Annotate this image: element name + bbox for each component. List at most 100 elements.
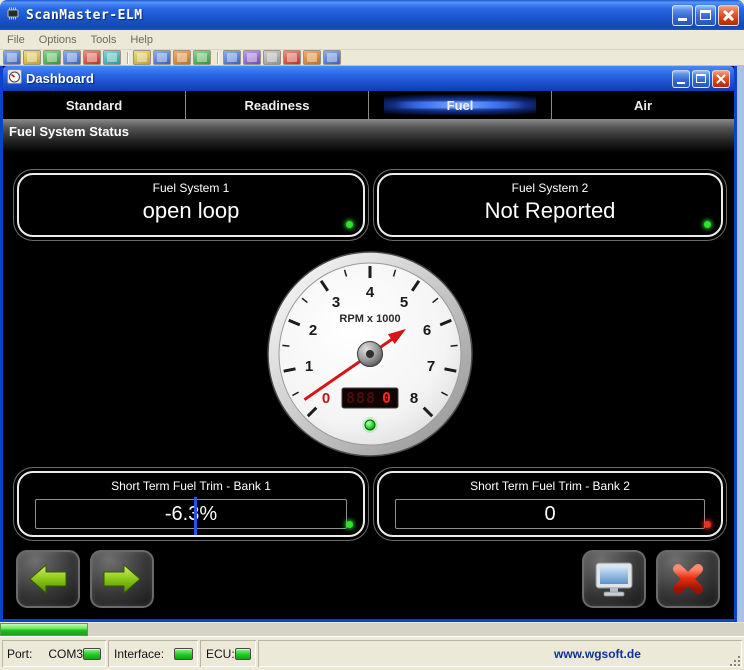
digital-value: 0 [382, 389, 392, 407]
menu-help[interactable]: Help [123, 34, 160, 46]
toolbar-icon[interactable] [83, 50, 101, 65]
toolbar-icon[interactable] [153, 50, 171, 65]
toolbar-separator [217, 52, 219, 64]
dashboard-body: Fuel System 1 open loop Fuel System 2 No… [3, 153, 734, 619]
stft-bank1-value-box[interactable]: -6.3% [35, 499, 347, 529]
tab-standard[interactable]: Standard [3, 91, 186, 119]
scanmaster-app: ScanMaster-ELM File Options Tools Help [0, 0, 744, 670]
tab-readiness[interactable]: Readiness [186, 91, 369, 119]
panel-title: Short Term Fuel Trim - Bank 2 [379, 479, 721, 493]
toolbar-icon[interactable] [3, 50, 21, 65]
tab-air[interactable]: Air [552, 91, 734, 119]
interface-led [174, 648, 193, 660]
toolbar-icon[interactable] [323, 50, 341, 65]
stft-bank2-value-box[interactable]: 0 [395, 499, 705, 529]
gauge-tick-label: 3 [332, 294, 340, 311]
section-header: Fuel System Status [3, 119, 734, 153]
gauge-tick-label: 6 [423, 322, 431, 339]
toolbar-icon[interactable] [173, 50, 191, 65]
toolbar-icon[interactable] [133, 50, 151, 65]
dashboard-window: Dashboard Standard Readiness Fuel Air [0, 66, 737, 622]
stft-bank2-panel: Short Term Fuel Trim - Bank 2 0 [377, 471, 723, 537]
dashboard-close-button[interactable] [712, 70, 730, 88]
back-button[interactable] [15, 549, 81, 609]
gauge-tick-label: 0 [322, 390, 330, 407]
text-caret [194, 497, 197, 535]
gauge-tick-label: 8 [410, 390, 418, 407]
toolbar-icon[interactable] [23, 50, 41, 65]
app-chip-icon [5, 5, 21, 26]
interface-label: Interface: [114, 647, 164, 661]
stft-bank1-value: -6.3% [165, 503, 217, 526]
forward-button[interactable] [89, 549, 155, 609]
status-led [704, 221, 711, 228]
tab-bar: Standard Readiness Fuel Air [3, 91, 734, 119]
close-button[interactable] [718, 5, 739, 26]
menu-file[interactable]: File [0, 34, 32, 46]
menubar: File Options Tools Help [0, 30, 744, 50]
gauge-unit-label: RPM x 1000 [339, 313, 400, 325]
menu-tools[interactable]: Tools [84, 34, 124, 46]
toolbar-icon[interactable] [223, 50, 241, 65]
toolbar-icon[interactable] [193, 50, 211, 65]
ecu-led [235, 648, 251, 660]
tab-label: Air [634, 98, 652, 113]
toolbar-icon[interactable] [263, 50, 281, 65]
port-label: Port: [7, 647, 32, 661]
progress-bar [0, 623, 88, 636]
tab-label: Standard [66, 98, 122, 113]
exit-button[interactable] [655, 549, 721, 609]
gauge-tick-label: 5 [400, 294, 408, 311]
ecu-status-cell: ECU: [200, 640, 256, 667]
monitor-icon [592, 560, 636, 598]
resize-grip[interactable] [738, 664, 740, 666]
stft-bank2-value: 0 [544, 503, 555, 526]
tab-label: Fuel [447, 98, 474, 113]
red-x-icon [668, 559, 708, 599]
bottom-strip [0, 622, 744, 636]
section-title: Fuel System Status [9, 124, 129, 139]
info-status-cell: www.wgsoft.de [258, 640, 742, 667]
gauge-tick-label: 4 [366, 284, 375, 301]
panel-title: Fuel System 2 [379, 181, 721, 195]
fuel-system-2-panel: Fuel System 2 Not Reported [377, 173, 723, 237]
minimize-button[interactable] [672, 5, 693, 26]
toolbar-icon[interactable] [103, 50, 121, 65]
stft-bank1-panel: Short Term Fuel Trim - Bank 1 -6.3% [17, 471, 365, 537]
toolbar-icon[interactable] [63, 50, 81, 65]
panel-title: Fuel System 1 [19, 181, 363, 195]
panel-title: Short Term Fuel Trim - Bank 1 [19, 479, 363, 493]
toolbar-icon[interactable] [303, 50, 321, 65]
toolbar [0, 50, 744, 66]
website-link[interactable]: www.wgsoft.de [554, 647, 641, 661]
status-bar: Port: COM3 Interface: ECU: www.wgsoft.de [0, 636, 744, 670]
maximize-button[interactable] [695, 5, 716, 26]
tab-fuel[interactable]: Fuel [369, 91, 552, 119]
green-right-arrow-icon [100, 562, 144, 596]
port-led [83, 648, 101, 660]
main-titlebar[interactable]: ScanMaster-ELM [0, 0, 744, 30]
port-status-cell: Port: COM3 [2, 640, 106, 667]
window-title: ScanMaster-ELM [26, 8, 670, 23]
toolbar-separator [127, 52, 129, 64]
rpm-gauge: 0 1 2 3 4 5 6 7 8 RPM x 1000 888 0 [265, 249, 475, 459]
dashboard-titlebar[interactable]: Dashboard [3, 66, 734, 91]
toolbar-icon[interactable] [43, 50, 61, 65]
port-value: COM3 [48, 647, 83, 661]
toolbar-icon[interactable] [243, 50, 261, 65]
gauge-tick-label: 7 [427, 358, 435, 375]
gauge-led [365, 420, 375, 430]
interface-status-cell: Interface: [108, 640, 198, 667]
panel-value: Not Reported [379, 198, 721, 224]
dashboard-minimize-button[interactable] [672, 70, 690, 88]
needle-hub-center [366, 350, 374, 358]
menu-options[interactable]: Options [32, 34, 84, 46]
status-led [346, 521, 353, 528]
green-left-arrow-icon [26, 562, 70, 596]
monitor-button[interactable] [581, 549, 647, 609]
status-led [346, 221, 353, 228]
digital-ghost-digits: 888 [346, 389, 376, 407]
dashboard-maximize-button[interactable] [692, 70, 710, 88]
toolbar-icon[interactable] [283, 50, 301, 65]
dashboard-title: Dashboard [26, 71, 670, 86]
